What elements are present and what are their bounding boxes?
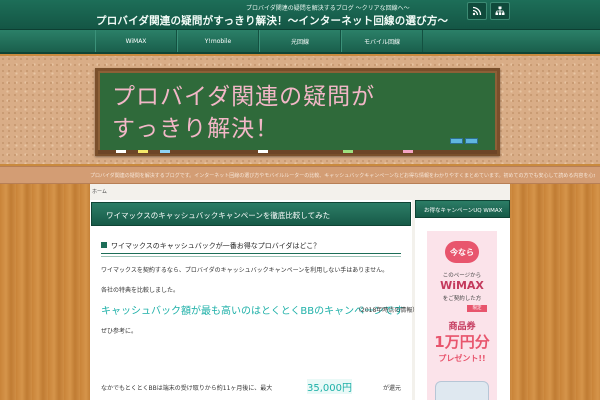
chalk-piece: [116, 150, 126, 153]
section-heading: ワイマックスのキャッシュバックが一番お得なプロバイダはどこ？: [101, 240, 401, 254]
ad-brand: WiMAX: [440, 279, 484, 292]
chalk-piece: [160, 150, 170, 153]
eraser-icon: [450, 138, 463, 144]
nav-item-ymobile[interactable]: Y!mobile: [177, 30, 259, 52]
ad-text: をご契約した方: [442, 296, 482, 302]
section-heading-text: ワイマックスのキャッシュバックが一番お得なプロバイダはどこ？: [111, 242, 321, 250]
chalk-tray: [98, 150, 497, 154]
ad-amount: 1万円分: [434, 333, 490, 351]
site-header: プロバイダ関連の疑問を解決するブログ 〜クリアな回線へ〜 プロバイダ関連の疑問が…: [0, 0, 600, 30]
site-title-link[interactable]: プロバイダ関連の疑問がすっきり解決！〜インターネット回線の選び方〜: [96, 13, 448, 28]
hero-chalkboard[interactable]: プロバイダ関連の疑問が すっきり解決！: [95, 68, 500, 156]
breadcrumb[interactable]: ホーム: [92, 188, 107, 195]
site-description: プロバイダ関連の疑問を解決するブログです。インターネット回線の選び方やモバイルル…: [90, 173, 595, 179]
chalk-piece: [138, 150, 148, 153]
chalk-piece: [403, 150, 413, 153]
heading-marker-icon: [101, 242, 107, 248]
sidebar-heading-text: お得なキャンペーンUQ WiMAX: [424, 208, 503, 214]
router-icon: [435, 381, 489, 400]
rss-icon[interactable]: [467, 2, 487, 20]
paragraph: ワイマックスを契約するなら、プロバイダのキャッシュバックキャンペーンを利用しない…: [101, 267, 389, 274]
main-column: [90, 200, 412, 400]
post-title: ワイマックスのキャッシュバックキャンペーンを徹底比較してみた: [106, 211, 331, 220]
nav-item-fiber[interactable]: 光回線: [259, 30, 341, 52]
chalk-piece: [258, 150, 268, 153]
hero-line-1: プロバイダ関連の疑問が: [112, 84, 376, 110]
main-nav: WiMAX Y!mobile 光回線 モバイル回線: [0, 30, 600, 54]
price-highlight: 35,000円: [307, 379, 352, 394]
ad-tag: 限定: [467, 305, 487, 312]
ad-text: このページから: [442, 273, 482, 279]
nav-item-wimax[interactable]: WiMAX: [95, 30, 177, 52]
paragraph: 各社の特典を比較しました。: [101, 287, 180, 294]
nav-item-mobile[interactable]: モバイル回線: [341, 30, 423, 52]
site-description-bar: プロバイダ関連の疑問を解決するブログです。インターネット回線の選び方やモバイルル…: [0, 166, 600, 184]
paragraph: ぜひ参考に。: [101, 328, 138, 335]
ad-banner[interactable]: 今なら このページから WiMAX をご契約した方 限定 商品券 1万円分 プレ…: [427, 231, 497, 400]
ad-badge: 今なら: [445, 241, 479, 263]
heading-divider: [101, 256, 401, 257]
post-title-bar: ワイマックスのキャッシュバックキャンペーンを徹底比較してみた: [91, 202, 411, 226]
hero-line-2: すっきり解決！: [112, 116, 280, 142]
chalk-piece: [343, 150, 353, 153]
paragraph: が還元: [383, 385, 402, 392]
sidebar-heading: お得なキャンペーンUQ WiMAX: [415, 200, 510, 218]
site-tagline: プロバイダ関連の疑問を解決するブログ 〜クリアな回線へ〜: [246, 5, 410, 12]
ad-present: プレゼント!!: [438, 354, 486, 363]
eraser-icon: [465, 138, 478, 144]
paragraph: なかでもとくとくBBは端末の受け取りから約11ヶ月後に、最大: [101, 385, 273, 392]
paragraph: （2018年時点の情報）: [355, 307, 419, 314]
sitemap-icon[interactable]: [490, 2, 510, 20]
